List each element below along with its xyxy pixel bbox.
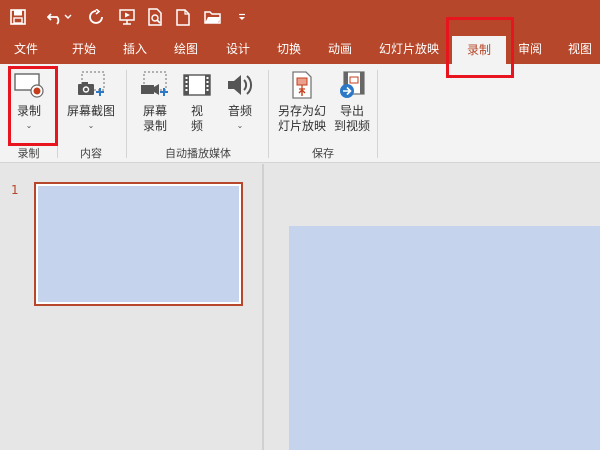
video-label-1: 视 <box>190 104 203 118</box>
slide-thumbnail-preview <box>38 186 239 302</box>
new-file-icon[interactable] <box>171 5 195 29</box>
redo-icon[interactable] <box>84 5 108 29</box>
audio-button[interactable]: 音频 ⌄ <box>222 70 258 131</box>
save-as-show-label-1: 另存为幻 <box>277 104 326 118</box>
screen-recording-label-2: 录制 <box>142 119 167 133</box>
screenshot-icon <box>75 70 107 100</box>
ribbon-body: 录制 ⌄ 录制 屏幕截图 ⌄ 内容 屏幕 录制 视 频 音频 ⌄ 自动播放媒体 <box>0 64 600 163</box>
export-to-video-button[interactable]: 导出 到视频 <box>332 70 372 134</box>
tab-home[interactable]: 开始 <box>62 34 106 64</box>
tab-animations[interactable]: 动画 <box>318 34 362 64</box>
group-label-content: 内容 <box>80 147 102 160</box>
print-preview-icon[interactable] <box>143 5 167 29</box>
chevron-down-icon: ⌄ <box>87 121 95 130</box>
export-video-label-1: 导出 <box>339 104 364 118</box>
record-tab-highlight <box>446 17 514 78</box>
slide-thumbnail[interactable] <box>34 182 243 306</box>
video-label-2: 频 <box>190 119 203 133</box>
undo-dropdown-icon[interactable] <box>62 5 74 29</box>
tab-view[interactable]: 视图 <box>561 34 599 64</box>
group-separator <box>268 70 269 158</box>
tab-file[interactable]: 文件 <box>4 34 48 64</box>
tab-transitions[interactable]: 切换 <box>267 34 311 64</box>
screen-recording-button[interactable]: 屏幕 录制 <box>137 70 173 134</box>
video-button[interactable]: 视 频 <box>180 70 214 134</box>
tab-slideshow[interactable]: 幻灯片放映 <box>372 34 446 64</box>
chevron-down-icon: ⌄ <box>236 121 244 130</box>
tab-design[interactable]: 设计 <box>216 34 260 64</box>
start-from-beginning-icon[interactable] <box>115 5 139 29</box>
save-icon[interactable] <box>6 5 30 29</box>
screenshot-label: 屏幕截图 <box>66 104 115 118</box>
save-as-show-label-2: 灯片放映 <box>277 119 326 133</box>
group-label-save: 保存 <box>312 147 334 160</box>
speaker-icon <box>224 70 256 100</box>
film-strip-icon <box>181 70 213 100</box>
screen-recording-label-1: 屏幕 <box>142 104 167 118</box>
open-folder-icon[interactable] <box>201 5 225 29</box>
slide-canvas[interactable] <box>289 226 600 450</box>
record-button-highlight <box>8 66 58 146</box>
group-separator <box>126 70 127 158</box>
tab-insert[interactable]: 插入 <box>113 34 157 64</box>
group-separator <box>377 70 378 158</box>
export-video-label-2: 到视频 <box>333 119 370 133</box>
save-as-show-button[interactable]: 另存为幻 灯片放映 <box>273 70 331 134</box>
group-label-record: 录制 <box>17 147 40 160</box>
audio-label: 音频 <box>227 104 252 118</box>
screenshot-button[interactable]: 屏幕截图 ⌄ <box>63 70 119 131</box>
save-as-show-icon <box>286 70 318 100</box>
tab-draw[interactable]: 绘图 <box>164 34 208 64</box>
group-label-automedia: 自动播放媒体 <box>165 147 231 160</box>
tab-review[interactable]: 审阅 <box>511 34 549 64</box>
customize-toolbar-icon[interactable] <box>230 5 254 29</box>
export-video-icon <box>336 70 368 100</box>
screen-recording-icon <box>139 70 171 100</box>
slide-number: 1 <box>11 183 19 197</box>
